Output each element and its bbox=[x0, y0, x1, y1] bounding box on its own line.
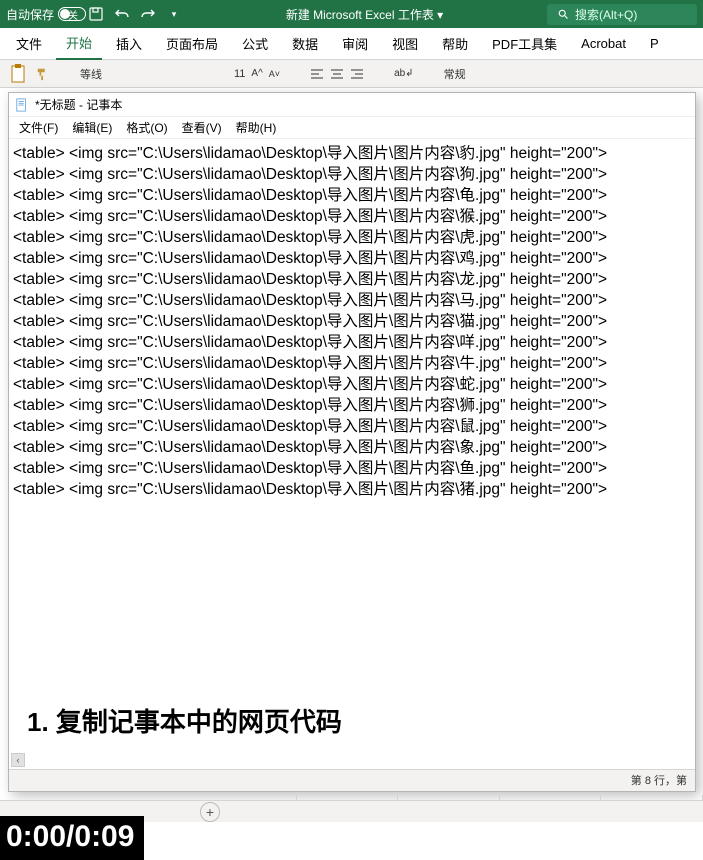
font-size-up-icon[interactable]: A^ bbox=[251, 68, 262, 79]
tab-data[interactable]: 数据 bbox=[282, 28, 328, 59]
align-left-icon[interactable] bbox=[310, 68, 324, 80]
tab-view[interactable]: 视图 bbox=[382, 28, 428, 59]
tab-insert[interactable]: 插入 bbox=[106, 28, 152, 59]
notepad-line: <table> <img src="C:\Users\lidamao\Deskt… bbox=[13, 185, 691, 206]
notepad-line: <table> <img src="C:\Users\lidamao\Deskt… bbox=[13, 290, 691, 311]
notepad-line: <table> <img src="C:\Users\lidamao\Deskt… bbox=[13, 227, 691, 248]
notepad-line: <table> <img src="C:\Users\lidamao\Deskt… bbox=[13, 143, 691, 164]
notepad-content[interactable]: <table> <img src="C:\Users\lidamao\Deskt… bbox=[9, 139, 695, 769]
align-center-icon[interactable] bbox=[330, 68, 344, 80]
notepad-title: *无标题 - 记事本 bbox=[35, 96, 122, 113]
font-group: 等线 11 A^ A˅ bbox=[80, 66, 280, 82]
notepad-line: <table> <img src="C:\Users\lidamao\Deskt… bbox=[13, 164, 691, 185]
wrap-text-icon[interactable]: ab↲ bbox=[394, 68, 414, 79]
notepad-menubar: 文件(F) 编辑(E) 格式(O) 查看(V) 帮助(H) bbox=[9, 117, 695, 139]
notepad-titlebar[interactable]: *无标题 - 记事本 bbox=[9, 93, 695, 117]
workbook-title: 新建 Microsoft Excel 工作表 ▾ bbox=[182, 6, 547, 23]
tab-layout[interactable]: 页面布局 bbox=[156, 28, 228, 59]
number-format-selector[interactable]: 常规 bbox=[444, 66, 466, 82]
save-icon[interactable] bbox=[88, 6, 104, 22]
autosave-group: 自动保存 关 bbox=[6, 6, 78, 23]
notepad-icon bbox=[15, 98, 29, 112]
notepad-line: <table> <img src="C:\Users\lidamao\Deskt… bbox=[13, 416, 691, 437]
notepad-line: <table> <img src="C:\Users\lidamao\Deskt… bbox=[13, 458, 691, 479]
tab-pdf[interactable]: PDF工具集 bbox=[482, 28, 567, 59]
excel-titlebar: 自动保存 关 ▾ 新建 Microsoft Excel 工作表 ▾ 搜索(Alt… bbox=[0, 0, 703, 28]
tab-home[interactable]: 开始 bbox=[56, 27, 102, 60]
tab-review[interactable]: 审阅 bbox=[332, 28, 378, 59]
menu-format[interactable]: 格式(O) bbox=[120, 117, 173, 138]
tab-p[interactable]: P bbox=[640, 30, 669, 57]
menu-edit[interactable]: 编辑(E) bbox=[66, 117, 118, 138]
notepad-line: <table> <img src="C:\Users\lidamao\Deskt… bbox=[13, 248, 691, 269]
font-size-down-icon[interactable]: A˅ bbox=[269, 69, 280, 79]
font-name-selector[interactable]: 等线 bbox=[80, 66, 102, 82]
notepad-statusbar: 第 8 行，第 bbox=[9, 769, 695, 791]
undo-icon[interactable] bbox=[114, 6, 130, 22]
autosave-toggle-text: 关 bbox=[68, 7, 78, 22]
format-painter-icon[interactable] bbox=[36, 67, 50, 81]
menu-view[interactable]: 查看(V) bbox=[176, 117, 228, 138]
instruction-overlay: 1. 复制记事本中的网页代码 bbox=[27, 702, 342, 739]
search-placeholder: 搜索(Alt+Q) bbox=[575, 6, 637, 23]
menu-help[interactable]: 帮助(H) bbox=[230, 117, 283, 138]
menu-file[interactable]: 文件(F) bbox=[13, 117, 64, 138]
clipboard-group bbox=[6, 62, 50, 86]
paste-icon[interactable] bbox=[6, 62, 30, 86]
align-group bbox=[310, 68, 364, 80]
tab-acrobat[interactable]: Acrobat bbox=[571, 30, 636, 57]
add-sheet-button[interactable]: + bbox=[200, 802, 220, 822]
notepad-line: <table> <img src="C:\Users\lidamao\Deskt… bbox=[13, 269, 691, 290]
notepad-line: <table> <img src="C:\Users\lidamao\Deskt… bbox=[13, 437, 691, 458]
scrollbar-left-button[interactable]: ‹ bbox=[11, 753, 25, 767]
notepad-line: <table> <img src="C:\Users\lidamao\Deskt… bbox=[13, 374, 691, 395]
ribbon-content: 等线 11 A^ A˅ ab↲ 常规 bbox=[0, 60, 703, 88]
number-format-group: 常规 bbox=[444, 66, 466, 82]
format-text-group: ab↲ bbox=[394, 68, 414, 79]
search-box[interactable]: 搜索(Alt+Q) bbox=[547, 4, 697, 25]
notepad-line: <table> <img src="C:\Users\lidamao\Deskt… bbox=[13, 311, 691, 332]
tab-formula[interactable]: 公式 bbox=[232, 28, 278, 59]
tab-help[interactable]: 帮助 bbox=[432, 28, 478, 59]
align-right-icon[interactable] bbox=[350, 68, 364, 80]
notepad-window: *无标题 - 记事本 文件(F) 编辑(E) 格式(O) 查看(V) 帮助(H)… bbox=[8, 92, 696, 792]
qat-dropdown-icon[interactable]: ▾ bbox=[166, 6, 182, 22]
notepad-line: <table> <img src="C:\Users\lidamao\Deskt… bbox=[13, 206, 691, 227]
ribbon-tabs: 文件 开始 插入 页面布局 公式 数据 审阅 视图 帮助 PDF工具集 Acro… bbox=[0, 28, 703, 60]
search-icon bbox=[557, 8, 569, 20]
notepad-line: <table> <img src="C:\Users\lidamao\Deskt… bbox=[13, 332, 691, 353]
redo-icon[interactable] bbox=[140, 6, 156, 22]
notepad-line: <table> <img src="C:\Users\lidamao\Deskt… bbox=[13, 479, 691, 500]
notepad-line: <table> <img src="C:\Users\lidamao\Deskt… bbox=[13, 395, 691, 416]
notepad-line: <table> <img src="C:\Users\lidamao\Deskt… bbox=[13, 353, 691, 374]
autosave-label: 自动保存 bbox=[6, 6, 54, 23]
tab-file[interactable]: 文件 bbox=[6, 28, 52, 59]
font-size-selector[interactable]: 11 bbox=[234, 68, 245, 80]
video-timecode: 0:00/0:09 bbox=[0, 816, 144, 860]
